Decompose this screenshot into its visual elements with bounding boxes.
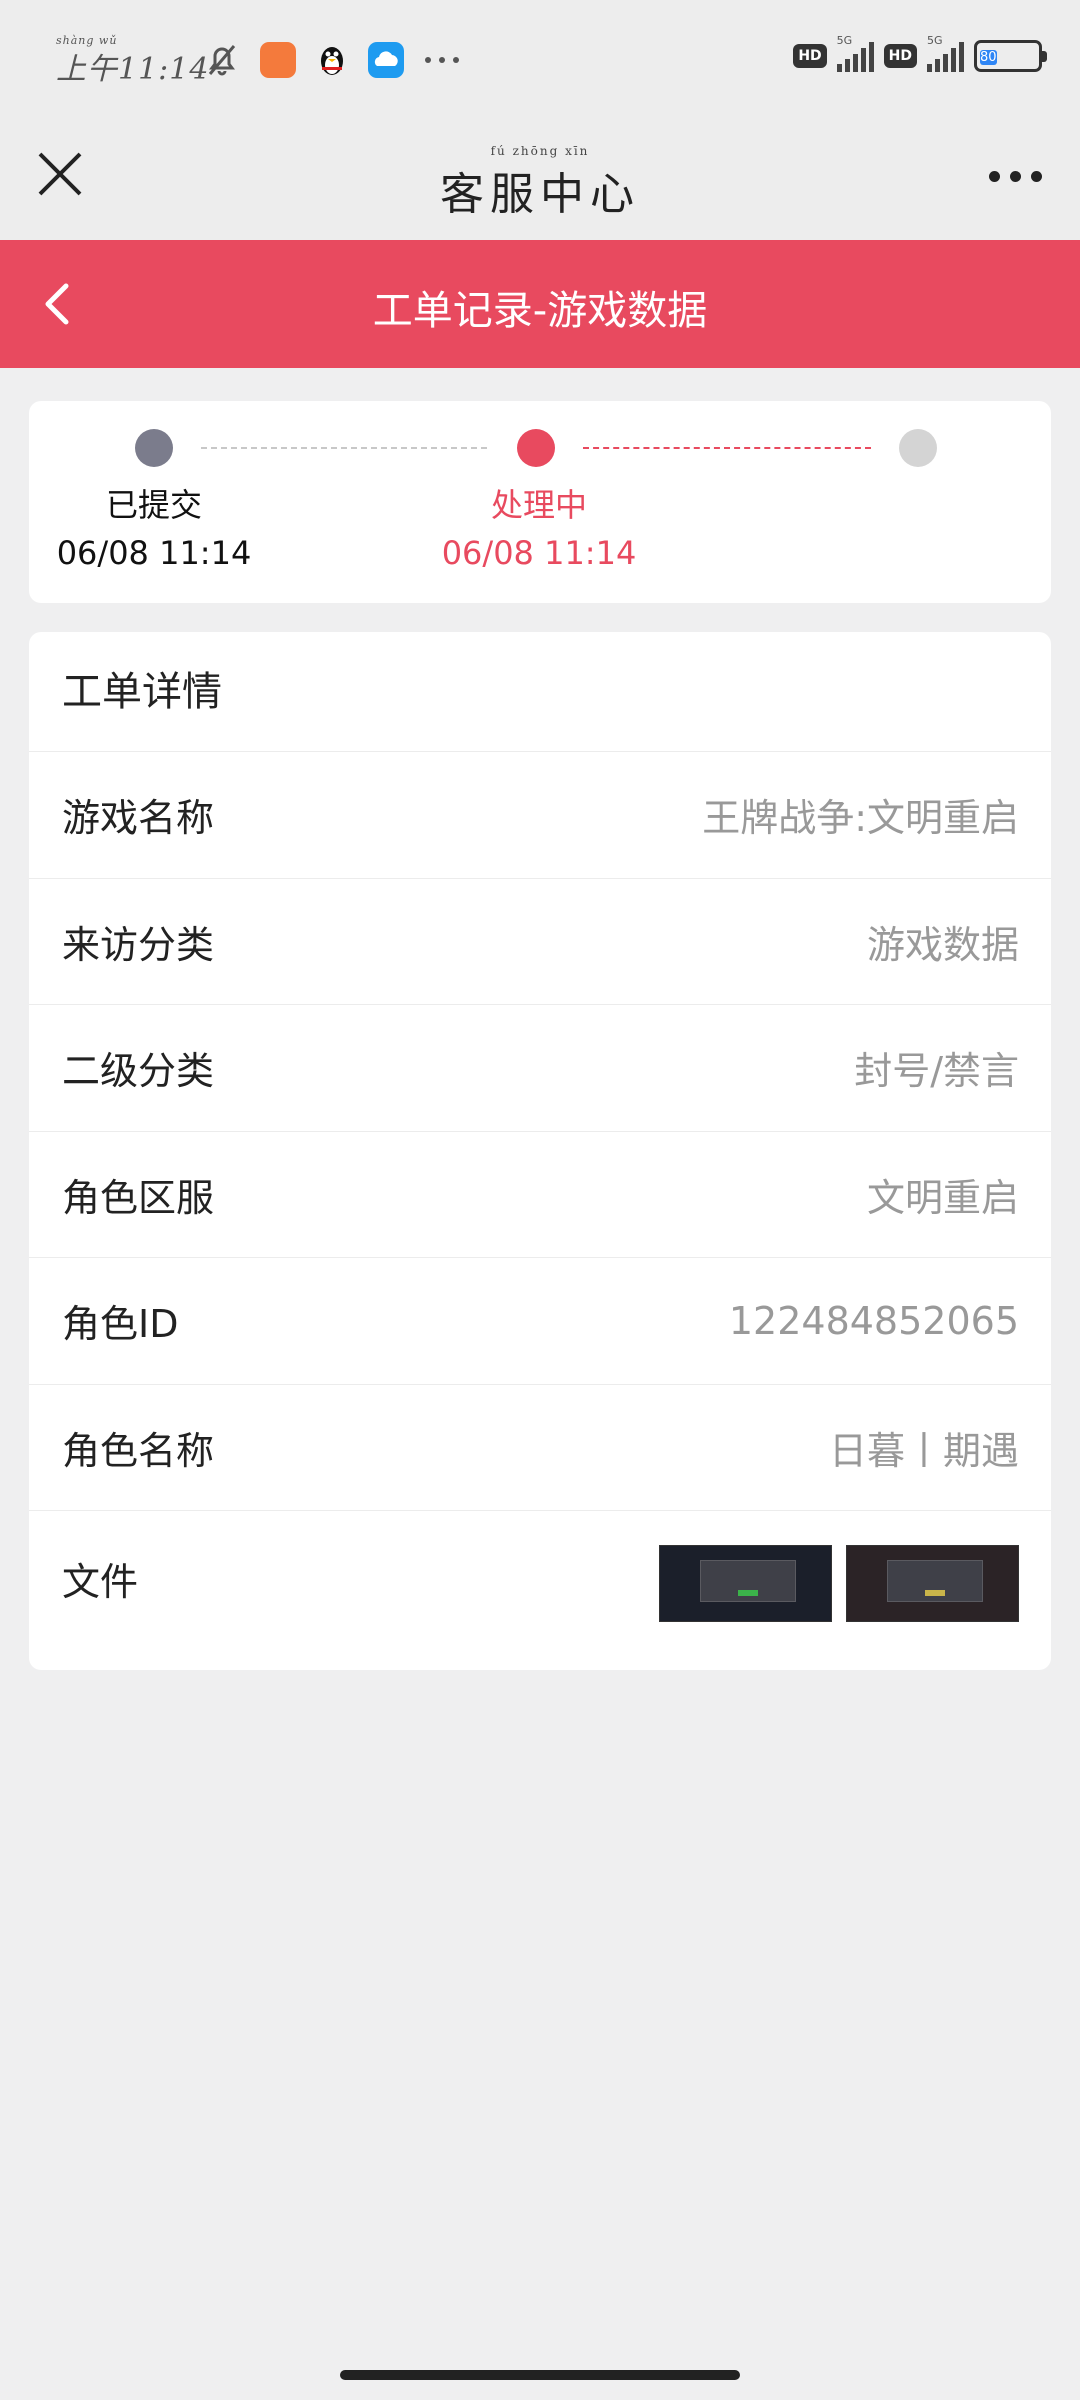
row-value: 文明重启	[866, 1175, 1019, 1220]
row-key: 来访分类	[62, 922, 215, 967]
status-time-ruby: shàng wǔ	[56, 34, 118, 47]
detail-heading: 工单详情	[29, 632, 1051, 752]
detail-row-role-id: 角色ID 122484852065	[29, 1258, 1051, 1385]
status-time: shàng wǔ 上午11:14	[56, 34, 210, 87]
step-connector	[201, 447, 487, 449]
step-dot-submitted	[135, 429, 173, 467]
cloud-app-icon	[368, 42, 404, 78]
hd-badge: HD	[793, 44, 827, 68]
step-time: 06/08 11:14	[441, 534, 637, 572]
penguin-icon	[321, 47, 343, 75]
more-menu-button[interactable]	[980, 146, 1050, 206]
row-value: 王牌战争:文明重启	[702, 796, 1019, 841]
page-header: 工单记录-游戏数据	[0, 240, 1080, 368]
page-title: fú zhōng xīn 客服中心	[0, 144, 1080, 222]
battery-level: 80	[980, 50, 997, 65]
more-dots-icon	[988, 170, 1000, 182]
ticket-detail-card: 工单详情 游戏名称 王牌战争:文明重启 来访分类 游戏数据 二级分类 封号/禁言…	[29, 632, 1051, 1670]
detail-row-role-name: 角色名称 日暮丨期遇	[29, 1385, 1051, 1511]
home-indicator[interactable]	[340, 2370, 740, 2380]
file-thumbnail[interactable]	[846, 1545, 1019, 1622]
file-thumbnails	[659, 1545, 1019, 1622]
step-processing: 处理中 06/08 11:14	[429, 481, 649, 577]
step-time: 06/08 11:14	[56, 534, 252, 572]
signal-icon: 5G	[836, 34, 874, 72]
step-connector-active	[583, 447, 871, 449]
network-type-label: 5G	[836, 34, 853, 47]
notification-icons	[202, 40, 462, 80]
detail-row-category: 来访分类 游戏数据	[29, 879, 1051, 1005]
row-value: 日暮丨期遇	[828, 1428, 1019, 1473]
hd-badge: HD	[883, 44, 917, 68]
status-bar: shàng wǔ 上午11:14 HD 5G HD 5G 80	[0, 0, 1080, 124]
row-key: 角色区服	[62, 1175, 215, 1220]
row-key: 角色名称	[62, 1428, 215, 1473]
file-thumbnail[interactable]	[659, 1545, 832, 1622]
more-notifications-icon	[425, 57, 459, 63]
app-title-bar: fú zhōng xīn 客服中心	[0, 124, 1080, 240]
detail-row-subcategory: 二级分类 封号/禁言	[29, 1005, 1051, 1132]
row-key: 文件	[62, 1560, 139, 1604]
detail-row-files: 文件	[29, 1511, 1051, 1638]
step-label: 处理中	[490, 486, 587, 524]
signal-icon: 5G	[927, 34, 964, 72]
mute-bell-icon	[208, 45, 236, 76]
step-dot-pending	[899, 429, 937, 467]
row-key: 角色ID	[62, 1302, 179, 1347]
detail-row-game-name: 游戏名称 王牌战争:文明重启	[29, 752, 1051, 879]
row-value: 122484852065	[728, 1298, 1019, 1343]
row-value: 封号/禁言	[854, 1049, 1019, 1094]
step-submitted: 已提交 06/08 11:14	[49, 481, 259, 577]
page-title-ruby: fú zhōng xīn	[490, 144, 590, 158]
battery-icon: 80	[974, 40, 1047, 72]
row-key: 二级分类	[62, 1049, 215, 1094]
progress-tracker: 已提交 06/08 11:14 处理中 06/08 11:14	[29, 401, 1051, 603]
row-value: 游戏数据	[866, 922, 1019, 967]
network-type-label: 5G	[927, 34, 943, 47]
step-dot-processing	[517, 429, 555, 467]
header-title: 工单记录-游戏数据	[372, 288, 708, 334]
detail-row-server: 角色区服 文明重启	[29, 1132, 1051, 1258]
shopping-app-icon	[260, 42, 296, 78]
system-status: HD 5G HD 5G 80	[793, 34, 1047, 72]
row-key: 游戏名称	[62, 796, 215, 841]
step-label: 已提交	[105, 486, 202, 524]
